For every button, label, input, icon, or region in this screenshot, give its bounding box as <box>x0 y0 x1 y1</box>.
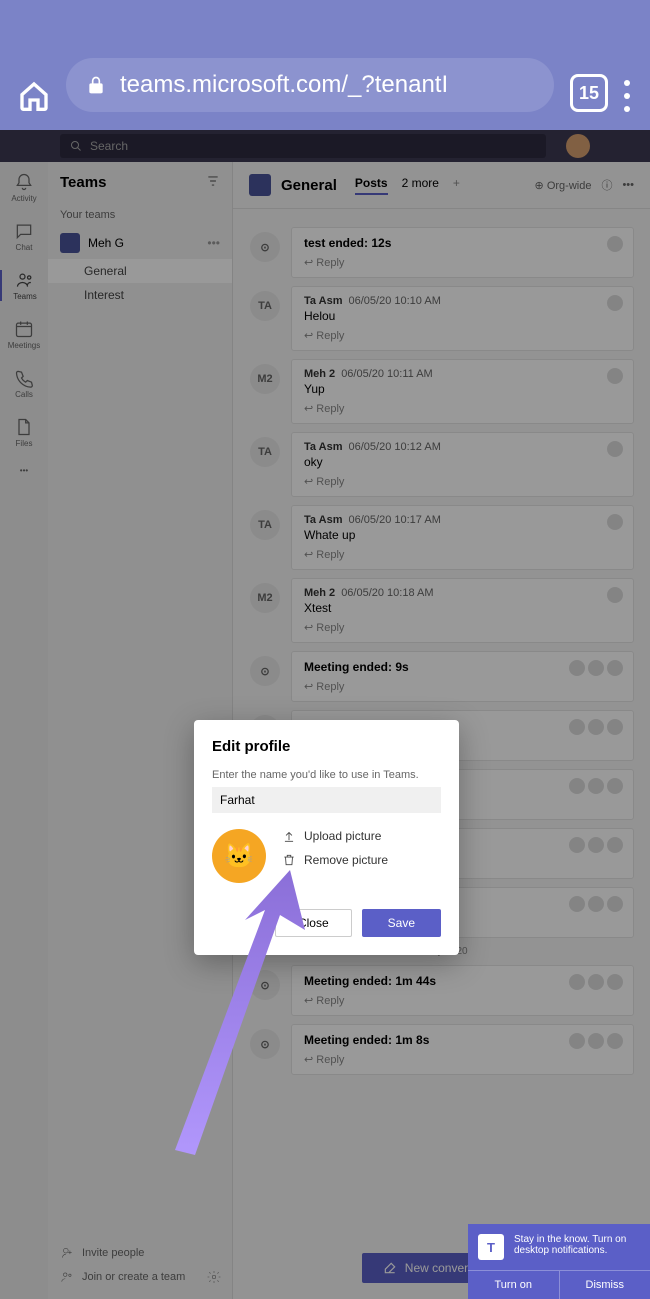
modal-hint: Enter the name you'd like to use in Team… <box>212 769 441 781</box>
home-icon[interactable] <box>18 80 50 112</box>
upload-picture-button[interactable]: Upload picture <box>282 829 388 843</box>
edit-profile-modal: Edit profile Enter the name you'd like t… <box>194 720 459 955</box>
notification-text: Stay in the know. Turn on desktop notifi… <box>514 1234 640 1260</box>
browser-menu-icon[interactable] <box>624 80 632 112</box>
turn-on-button[interactable]: Turn on <box>468 1271 560 1299</box>
remove-picture-button[interactable]: Remove picture <box>282 853 388 867</box>
save-button[interactable]: Save <box>362 909 441 937</box>
url-bar[interactable]: teams.microsoft.com/_?tenantI <box>66 58 554 112</box>
notification-toast: T Stay in the know. Turn on desktop noti… <box>468 1224 650 1299</box>
profile-picture: 🐱 <box>212 829 266 883</box>
close-button[interactable]: Close <box>275 909 352 937</box>
teams-logo-icon: T <box>478 1234 504 1260</box>
dismiss-button[interactable]: Dismiss <box>560 1271 650 1299</box>
upload-icon <box>282 829 296 843</box>
lock-icon <box>86 75 106 95</box>
tab-count-badge[interactable]: 15 <box>570 74 608 112</box>
trash-icon <box>282 853 296 867</box>
modal-overlay <box>0 130 650 1299</box>
modal-title: Edit profile <box>212 738 441 755</box>
url-text: teams.microsoft.com/_?tenantI <box>120 71 448 99</box>
name-input[interactable] <box>212 787 441 813</box>
